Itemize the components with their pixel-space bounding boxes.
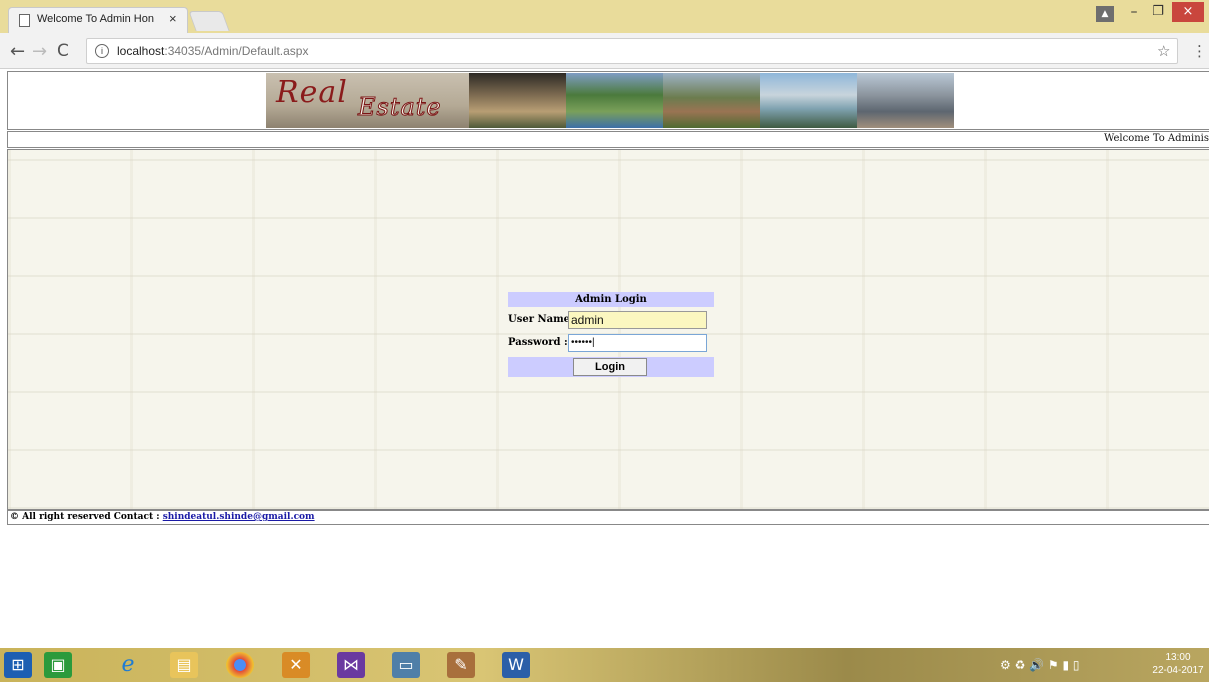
login-button[interactable]: Login	[573, 358, 647, 376]
internet-explorer-icon[interactable]: e	[114, 652, 142, 678]
clock-date: 22-04-2017	[1152, 665, 1204, 676]
url-text: localhost:34035/Admin/Default.aspx	[117, 44, 308, 58]
tools-icon[interactable]: ✕	[282, 652, 310, 678]
info-icon[interactable]: i	[95, 44, 109, 58]
banner-photo-building	[760, 73, 857, 128]
monitor-icon[interactable]: ▭	[392, 652, 420, 678]
chrome-icon[interactable]	[226, 652, 254, 678]
password-label: Password :	[508, 337, 568, 348]
copyright-text: © All right reserved Contact :	[10, 512, 163, 522]
password-row: Password : ••••••|	[508, 333, 714, 353]
browser-titlebar: Welcome To Admin Hon × ▲ – ❐ ×	[0, 0, 1209, 33]
header: Real Estate	[7, 71, 1209, 130]
windows-start-icon[interactable]: ⊞	[4, 652, 32, 678]
browser-tab[interactable]: Welcome To Admin Hon ×	[8, 7, 188, 33]
password-input[interactable]: ••••••|	[568, 334, 707, 352]
user-icon[interactable]: ▲	[1096, 6, 1114, 22]
arrow-left-icon[interactable]: ←	[10, 41, 25, 62]
close-icon[interactable]: ×	[169, 11, 177, 26]
url-path: :34035/Admin/Default.aspx	[164, 44, 309, 58]
store-icon[interactable]: ▣	[44, 652, 72, 678]
file-explorer-icon[interactable]: ▤	[170, 652, 198, 678]
address-bar[interactable]: i localhost:34035/Admin/Default.aspx ☆	[86, 38, 1178, 64]
login-panel: Admin Login User Name : admin Password :…	[508, 292, 714, 377]
minimize-button[interactable]: –	[1124, 4, 1144, 22]
paint-icon[interactable]: ✎	[447, 652, 475, 678]
vertical-dots-icon[interactable]: ⋮	[1192, 42, 1207, 60]
clock-time: 13:00	[1165, 652, 1191, 663]
welcome-bar: Welcome To Adminis	[7, 131, 1209, 148]
username-input[interactable]: admin	[568, 311, 707, 329]
window-close-button[interactable]: ×	[1172, 2, 1204, 22]
clock[interactable]: 13:00 22-04-2017	[1150, 651, 1206, 677]
arrow-right-icon[interactable]: →	[32, 41, 47, 62]
banner-photo-skyline	[857, 73, 954, 128]
word-icon[interactable]: W	[502, 652, 530, 678]
url-host: localhost	[117, 44, 165, 58]
main-content: Admin Login User Name : admin Password :…	[7, 149, 1209, 510]
login-heading: Admin Login	[508, 292, 714, 307]
logo: Real Estate	[266, 73, 469, 128]
system-tray-icons[interactable]: ⚙ ♻ 🔊 ⚑ ▮ ▯	[1000, 658, 1080, 672]
login-actions: Login	[508, 357, 714, 377]
browser-toolbar: ← → C i localhost:34035/Admin/Default.as…	[0, 33, 1209, 69]
banner-photo-resort	[566, 73, 663, 128]
visual-studio-icon[interactable]: ⋈	[337, 652, 365, 678]
logo-word-real: Real	[276, 75, 348, 110]
reload-icon[interactable]: C	[57, 41, 69, 61]
page-viewport: Real Estate Welcome To Adminis Admin Log…	[0, 69, 1209, 648]
footer-text: © All right reserved Contact : shindeatu…	[10, 512, 315, 522]
welcome-marquee: Welcome To Adminis	[1104, 133, 1209, 144]
tab-title: Welcome To Admin Hon	[37, 13, 154, 25]
username-row: User Name : admin	[508, 310, 714, 330]
banner-photo-villa	[663, 73, 760, 128]
star-icon[interactable]: ☆	[1157, 42, 1170, 60]
banner-photo-house	[469, 73, 566, 128]
page-icon	[19, 14, 30, 27]
contact-email-link[interactable]: shindeatul.shinde@gmail.com	[163, 512, 315, 522]
new-tab-button[interactable]	[188, 11, 230, 31]
banner: Real Estate	[266, 73, 955, 128]
maximize-button[interactable]: ❐	[1148, 4, 1168, 22]
username-label: User Name :	[508, 314, 578, 325]
footer: © All right reserved Contact : shindeatu…	[7, 510, 1209, 525]
logo-word-estate: Estate	[358, 93, 442, 122]
taskbar: ⊞ ▣ e ▤ ✕ ⋈ ▭ ✎ W ⚙ ♻ 🔊 ⚑ ▮ ▯ 13:00 22-0…	[0, 648, 1209, 682]
